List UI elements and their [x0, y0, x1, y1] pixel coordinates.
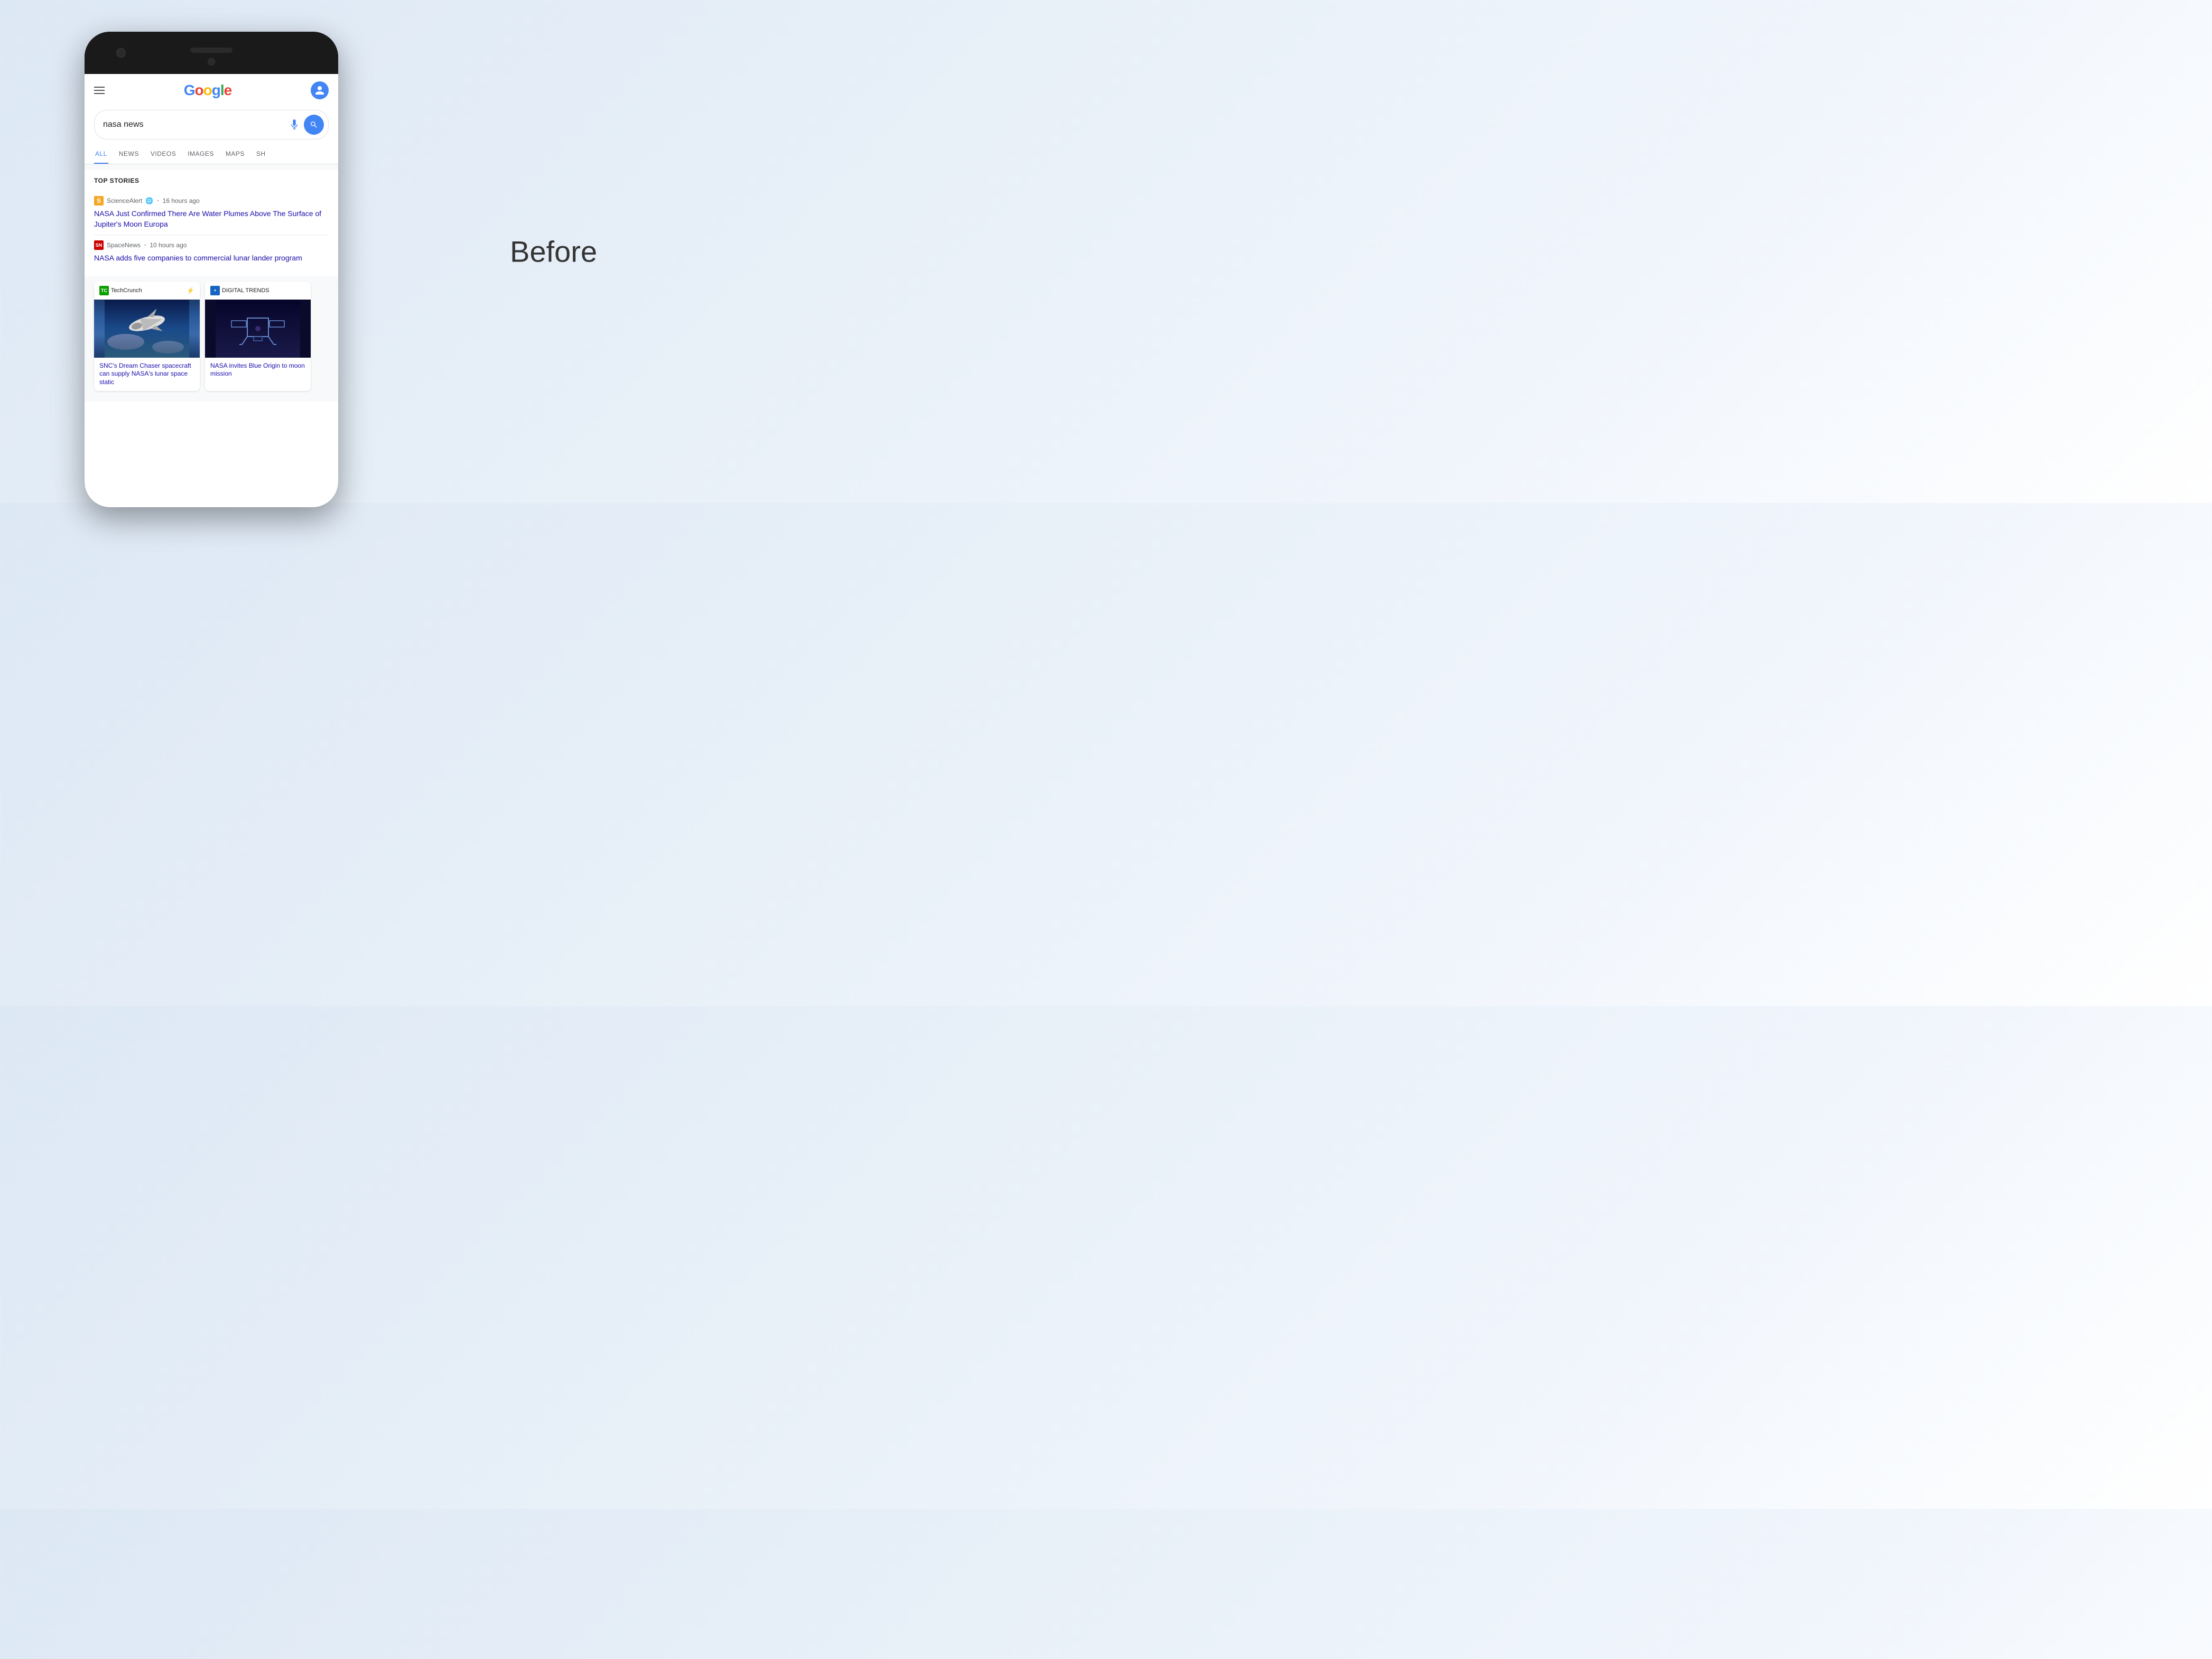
logo-letter-e: e: [224, 82, 232, 98]
card-header-techcrunch: TC TechCrunch ⚡: [94, 282, 200, 300]
story-item-1: S ScienceAlert 🌐 · 16 hours ago NASA Jus…: [94, 191, 329, 235]
shuttle-svg: [105, 300, 189, 358]
speaker-slot: [190, 48, 233, 53]
spacenews-icon: SN: [94, 240, 104, 250]
hamburger-line-1: [94, 87, 105, 88]
microphone-icon[interactable]: [287, 117, 302, 132]
card-title-tc[interactable]: SNC's Dream Chaser spacecraft can supply…: [94, 358, 200, 391]
camera-icon: [116, 48, 126, 58]
top-stories-section: TOP STORIES S ScienceAlert 🌐 · 16 hours …: [85, 170, 338, 276]
tab-shopping[interactable]: SH: [255, 145, 267, 164]
front-camera-icon: [208, 58, 215, 66]
card-header-dt: + DIGITAL TRENDS: [205, 282, 311, 300]
hamburger-line-2: [94, 90, 105, 91]
news-card-techcrunch[interactable]: TC TechCrunch ⚡: [94, 282, 200, 391]
tab-maps[interactable]: MAPS: [225, 145, 246, 164]
phone-frame: Google nasa news: [85, 32, 338, 507]
card-source-name-tc: TechCrunch: [111, 287, 142, 294]
card-source-row-tc: TC TechCrunch: [99, 286, 142, 295]
search-input-value[interactable]: nasa news: [103, 120, 287, 129]
card-source-name-dt: DIGITAL TRENDS: [222, 287, 269, 294]
lightning-icon-tc: ⚡: [187, 287, 194, 294]
search-result-tabs: ALL NEWS VIDEOS IMAGES MAPS SH: [85, 145, 338, 164]
hamburger-line-3: [94, 93, 105, 94]
phone-top-bar: [85, 32, 338, 74]
science-alert-icon: S: [94, 196, 104, 206]
hamburger-menu-button[interactable]: [94, 87, 105, 94]
story-item-2: SN SpaceNews · 10 hours ago NASA adds fi…: [94, 235, 329, 269]
card-image-shuttle: [94, 300, 200, 358]
search-bar-container: nasa news: [85, 107, 338, 145]
news-card-digital-trends[interactable]: + DIGITAL TRENDS: [205, 282, 311, 391]
story-time-1: 16 hours ago: [163, 197, 200, 204]
digital-trends-logo-icon: +: [210, 286, 220, 295]
logo-letter-o2: o: [203, 82, 212, 98]
story-source-row-1: S ScienceAlert 🌐 · 16 hours ago: [94, 196, 329, 206]
story-source-row-2: SN SpaceNews · 10 hours ago: [94, 240, 329, 250]
google-app-header: Google: [85, 74, 338, 107]
search-button[interactable]: [304, 115, 324, 135]
before-label: Before: [510, 235, 597, 269]
story-time-2: 10 hours ago: [150, 241, 187, 249]
story-source-name-2: SpaceNews: [107, 241, 141, 249]
story-link-1[interactable]: NASA Just Confirmed There Are Water Plum…: [94, 209, 329, 229]
user-account-button[interactable]: [311, 81, 329, 99]
techcrunch-logo-icon: TC: [99, 286, 109, 295]
tab-all[interactable]: ALL: [94, 145, 108, 164]
phone-screen: Google nasa news: [85, 74, 338, 507]
logo-letter-g2: g: [212, 82, 220, 98]
card-image-lunar-lander: [205, 300, 311, 358]
logo-letter-g: G: [184, 82, 195, 98]
search-results-content: TOP STORIES S ScienceAlert 🌐 · 16 hours …: [85, 164, 338, 402]
card-title-dt[interactable]: NASA invites Blue Origin to moon mission: [205, 358, 311, 383]
card-source-row-dt: + DIGITAL TRENDS: [210, 286, 269, 295]
tab-news[interactable]: NEWS: [118, 145, 140, 164]
story-link-2[interactable]: NASA adds five companies to commercial l…: [94, 253, 329, 264]
globe-icon-1: 🌐: [145, 197, 153, 204]
logo-letter-o1: o: [195, 82, 203, 98]
news-card-scroll: TC TechCrunch ⚡: [85, 276, 338, 396]
search-bar[interactable]: nasa news: [94, 110, 329, 139]
tab-videos[interactable]: VIDEOS: [150, 145, 177, 164]
logo-letter-l: l: [220, 82, 224, 98]
lander-svg: [216, 300, 300, 358]
story-source-name-1: ScienceAlert: [107, 197, 142, 204]
tab-images[interactable]: IMAGES: [187, 145, 215, 164]
google-logo: Google: [184, 82, 231, 99]
top-stories-heading: TOP STORIES: [94, 177, 329, 184]
phone-mockup: Google nasa news: [85, 32, 338, 507]
